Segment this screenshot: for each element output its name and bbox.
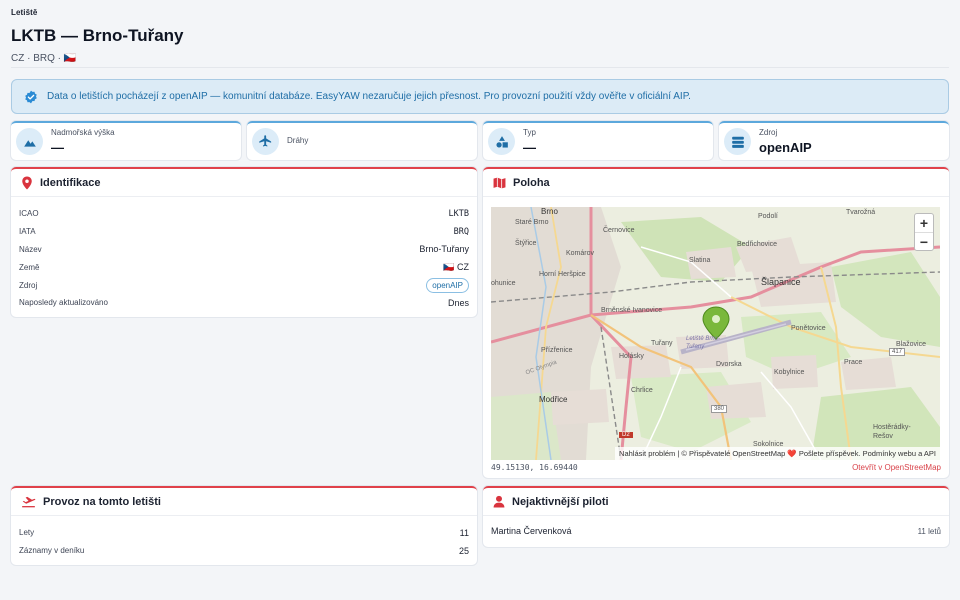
page-header: Letiště LKTB — Brno-Tuřany CZ · BRQ · 🇨🇿 bbox=[11, 8, 949, 64]
row-key: Zdroj bbox=[19, 280, 38, 290]
map-icon bbox=[493, 177, 506, 188]
row-key: Lety bbox=[19, 528, 35, 538]
row-value: LKTB bbox=[448, 208, 469, 219]
row-key: ICAO bbox=[19, 209, 39, 219]
row-value: Dnes bbox=[447, 297, 469, 308]
stat-label: Dráhy bbox=[287, 135, 309, 145]
page-title: LKTB — Brno-Tuřany bbox=[11, 26, 184, 45]
mountain-icon bbox=[16, 128, 43, 155]
road-number-badge: 417 bbox=[889, 348, 906, 356]
map-label: Horní Heršpice bbox=[539, 271, 586, 278]
map-label: Přízřenice bbox=[541, 347, 573, 354]
info-notice: Data o letištích pocházejí z openAIP — k… bbox=[11, 79, 949, 114]
breadcrumb: Letiště bbox=[11, 8, 38, 17]
location-pin-icon bbox=[22, 176, 32, 189]
stat-value: openAIP bbox=[759, 140, 812, 155]
stat-elevation: Nadmořská výška — bbox=[11, 121, 241, 160]
row-key: Záznamy v deníku bbox=[19, 546, 85, 556]
coordinates: 49.15130, 16.69440 bbox=[491, 463, 578, 472]
map-label: Modřice bbox=[539, 395, 568, 404]
road-number-badge: 380 bbox=[711, 405, 728, 413]
map-label: Blažovice bbox=[896, 341, 926, 348]
pilot-row[interactable]: Martina Červenková 11 letů bbox=[483, 516, 949, 546]
map-label: Podolí bbox=[758, 213, 778, 220]
stat-runways: Dráhy bbox=[247, 121, 477, 160]
header-divider bbox=[11, 67, 949, 68]
zoom-out-button[interactable]: − bbox=[915, 232, 933, 250]
row-key: Země bbox=[19, 262, 40, 272]
map-label: Komárov bbox=[566, 250, 595, 257]
map-label: Ponětovice bbox=[791, 325, 826, 332]
info-row-icao: ICAO LKTB bbox=[11, 205, 477, 223]
card-title: Identifikace bbox=[40, 176, 101, 189]
user-icon bbox=[493, 495, 505, 508]
stat-row-logbook: Záznamy v deníku 25 bbox=[11, 542, 477, 560]
row-value: 11 bbox=[459, 527, 469, 538]
info-row-name: Název Brno-Tuřany bbox=[11, 241, 477, 259]
row-value: BRQ bbox=[453, 226, 469, 237]
card-title: Provoz na tomto letišti bbox=[43, 495, 161, 508]
row-key: Naposledy aktualizováno bbox=[19, 298, 108, 308]
notice-text: Data o letištích pocházejí z openAIP — k… bbox=[47, 91, 691, 102]
stat-value: — bbox=[523, 140, 536, 155]
map-label: Holásky bbox=[619, 353, 644, 360]
stat-label: Nadmořská výška bbox=[51, 128, 115, 137]
operations-card: Provoz na tomto letišti Lety 11 Záznamy … bbox=[11, 486, 477, 565]
check-badge-icon bbox=[25, 90, 37, 103]
map-label: Hostěrádky-Rešov bbox=[873, 424, 911, 440]
map-attribution[interactable]: Nahlásit problém | © Přispěvatelé OpenSt… bbox=[615, 447, 940, 460]
stat-row-flights: Lety 11 bbox=[11, 524, 477, 542]
row-value: 25 bbox=[458, 545, 469, 556]
identification-card: Identifikace ICAO LKTB IATA BRQ Název Br… bbox=[11, 167, 477, 317]
map-label: Kobylnice bbox=[774, 369, 805, 376]
card-title: Poloha bbox=[513, 176, 550, 189]
database-icon bbox=[724, 128, 751, 155]
map-label: Černovice bbox=[603, 227, 635, 234]
info-row-iata: IATA BRQ bbox=[11, 223, 477, 241]
open-in-osm-link[interactable]: Otevřít v OpenStreetMap bbox=[852, 463, 941, 472]
pilot-flight-count: 11 letů bbox=[917, 526, 941, 536]
road-number-badge: D2 bbox=[619, 432, 633, 438]
map-label: Šlapanice bbox=[761, 277, 801, 287]
map-label: Štýřice bbox=[515, 240, 537, 247]
map-label: Brněnské Ivanovice bbox=[601, 307, 663, 314]
zoom-in-button[interactable]: + bbox=[915, 214, 933, 232]
map-label: Tvarožná bbox=[846, 209, 876, 216]
map-label: Bedřichovice bbox=[737, 241, 778, 248]
page-subtitle: CZ · BRQ · 🇨🇿 bbox=[11, 53, 77, 64]
info-row-country: Země 🇨🇿 CZ bbox=[11, 258, 477, 276]
row-value: 🇨🇿 CZ bbox=[443, 261, 469, 272]
map-label: ohunice bbox=[491, 280, 516, 287]
shapes-icon bbox=[488, 128, 515, 155]
pilots-card: Nejaktivnější piloti Martina Červenková … bbox=[483, 486, 949, 547]
card-title: Nejaktivnější piloti bbox=[512, 495, 609, 508]
airplane-departure-icon bbox=[22, 496, 36, 508]
map-label: Chrlice bbox=[631, 387, 653, 394]
map-view[interactable]: Brno Staré Brno Černovice Podolí Tvarožn… bbox=[491, 207, 940, 460]
map-label: Letiště Brno-Tuřany bbox=[686, 336, 721, 350]
stat-value: — bbox=[51, 140, 64, 155]
airplane-icon bbox=[252, 128, 279, 155]
stat-source: Zdroj openAIP bbox=[719, 121, 949, 160]
map-label: Brno bbox=[541, 207, 558, 216]
source-badge: openAIP bbox=[426, 277, 469, 293]
location-card: Poloha Brno Staré Brno Černovice Podolí … bbox=[483, 167, 949, 478]
row-key: Název bbox=[19, 244, 42, 254]
info-row-source: Zdroj openAIP bbox=[11, 276, 477, 294]
pilot-name: Martina Červenková bbox=[491, 526, 572, 536]
map-label: Staré Brno bbox=[515, 219, 549, 226]
map-label: Slatina bbox=[689, 257, 711, 264]
map-label: Dvorska bbox=[716, 361, 742, 368]
stat-label: Zdroj bbox=[759, 128, 778, 137]
row-key: IATA bbox=[19, 227, 36, 237]
zoom-control: + − bbox=[914, 213, 934, 251]
row-value: Brno-Tuřany bbox=[419, 244, 469, 255]
map-label: Prace bbox=[844, 359, 863, 366]
info-row-updated: Naposledy aktualizováno Dnes bbox=[11, 294, 477, 312]
stat-type: Typ — bbox=[483, 121, 713, 160]
stat-label: Typ bbox=[523, 128, 536, 137]
map-label: Tuřany bbox=[651, 340, 673, 347]
